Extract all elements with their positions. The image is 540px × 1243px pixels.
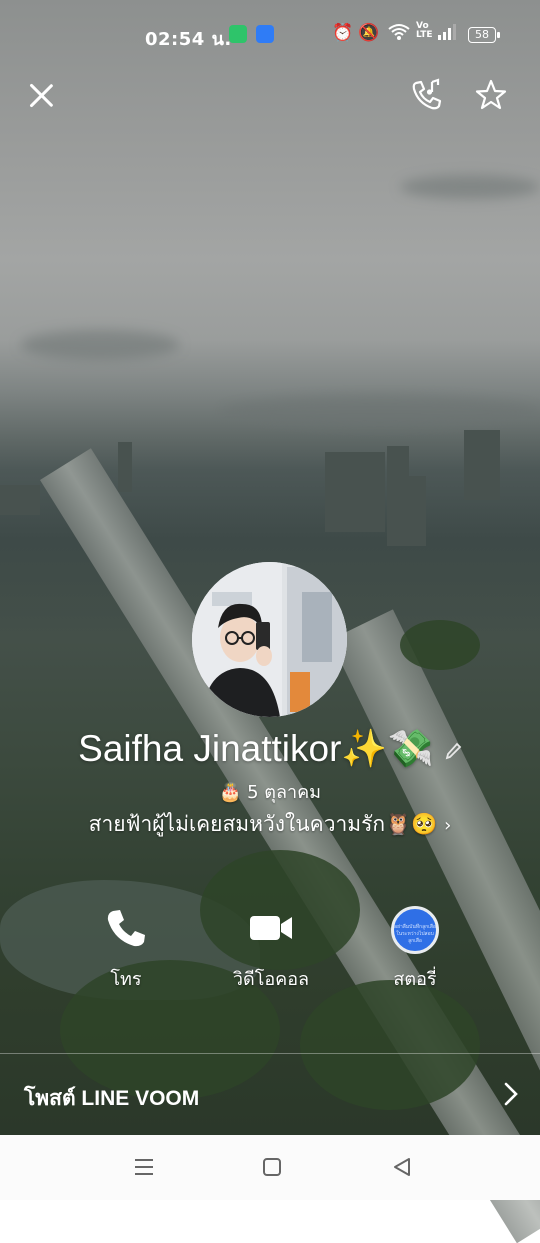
chevron-right-icon	[504, 1082, 518, 1106]
video-call-button[interactable]: วิดีโอคอล	[211, 906, 331, 993]
cloud	[220, 395, 540, 429]
line-voom-label: โพสต์ LINE VOOM	[24, 1087, 200, 1110]
video-call-label: วิดีโอคอล	[232, 969, 310, 990]
star-icon	[475, 79, 507, 110]
pencil-icon[interactable]	[444, 741, 462, 761]
building	[464, 430, 500, 500]
call-label: โทร	[110, 969, 142, 990]
avatar-photo	[192, 562, 347, 717]
story-label: สตอรี่	[393, 969, 437, 990]
cloud	[400, 175, 540, 199]
birthday-date: 5 ตุลาคม	[247, 782, 322, 803]
status-message[interactable]: สายฟ้าผู้ไม่เคยสมหวังในความรัก🦉🥺 ›	[0, 808, 540, 841]
phone-music-icon	[412, 78, 442, 110]
status-message-text: สายฟ้าผู้ไม่เคยสมหวังในความรัก🦉🥺	[88, 812, 438, 836]
home-icon	[263, 1158, 281, 1176]
building	[118, 442, 132, 492]
chevron-right-icon: ›	[444, 815, 452, 836]
home-button[interactable]	[260, 1155, 284, 1179]
favorite-button[interactable]	[474, 78, 512, 116]
volte-icon: Vo LTE	[416, 21, 433, 40]
recent-apps-icon	[135, 1159, 153, 1175]
alarm-icon: ⏰	[332, 23, 354, 43]
video-camera-icon	[250, 916, 292, 940]
profile-name: Saifha Jinattikor✨💸	[0, 728, 540, 771]
ringtone-button[interactable]	[410, 78, 448, 116]
status-time: 02:54 น.	[145, 29, 232, 50]
line-voom-row[interactable]: โพสต์ LINE VOOM	[0, 1072, 540, 1120]
story-thumbnail: อย่าลืมบันทึกลูกเสือในระหว่างไปสอบลูกเสื…	[391, 906, 439, 954]
building	[408, 476, 426, 546]
birthday: 🎂 5 ตุลาคม	[0, 777, 540, 806]
profile-avatar[interactable]	[192, 562, 347, 717]
back-button[interactable]	[390, 1155, 414, 1179]
system-nav-bar	[0, 1135, 540, 1200]
call-button[interactable]: โทร	[66, 906, 186, 993]
recent-apps-button[interactable]	[132, 1155, 156, 1179]
building	[325, 452, 385, 532]
phone-icon	[107, 910, 145, 947]
wifi-icon	[388, 23, 410, 46]
status-bar: 02:54 น. ⏰ 🔕 Vo LTE 58	[0, 22, 540, 50]
mute-icon: 🔕	[358, 23, 380, 43]
signal-icon	[437, 23, 459, 46]
battery-indicator: 58	[468, 27, 500, 43]
app-notification-icon	[256, 25, 274, 43]
birthday-cake-icon: 🎂	[218, 782, 242, 803]
battery-saver-app-icon	[229, 25, 247, 43]
building	[0, 485, 40, 515]
story-button[interactable]: อย่าลืมบันทึกลูกเสือในระหว่างไปสอบลูกเสื…	[355, 906, 475, 993]
back-triangle-icon	[394, 1158, 410, 1176]
divider	[0, 1053, 540, 1054]
cloud	[20, 330, 180, 360]
profile-name-text: Saifha Jinattikor✨💸	[78, 728, 434, 769]
building	[387, 446, 409, 546]
trees	[400, 620, 480, 670]
close-button[interactable]	[22, 78, 60, 116]
